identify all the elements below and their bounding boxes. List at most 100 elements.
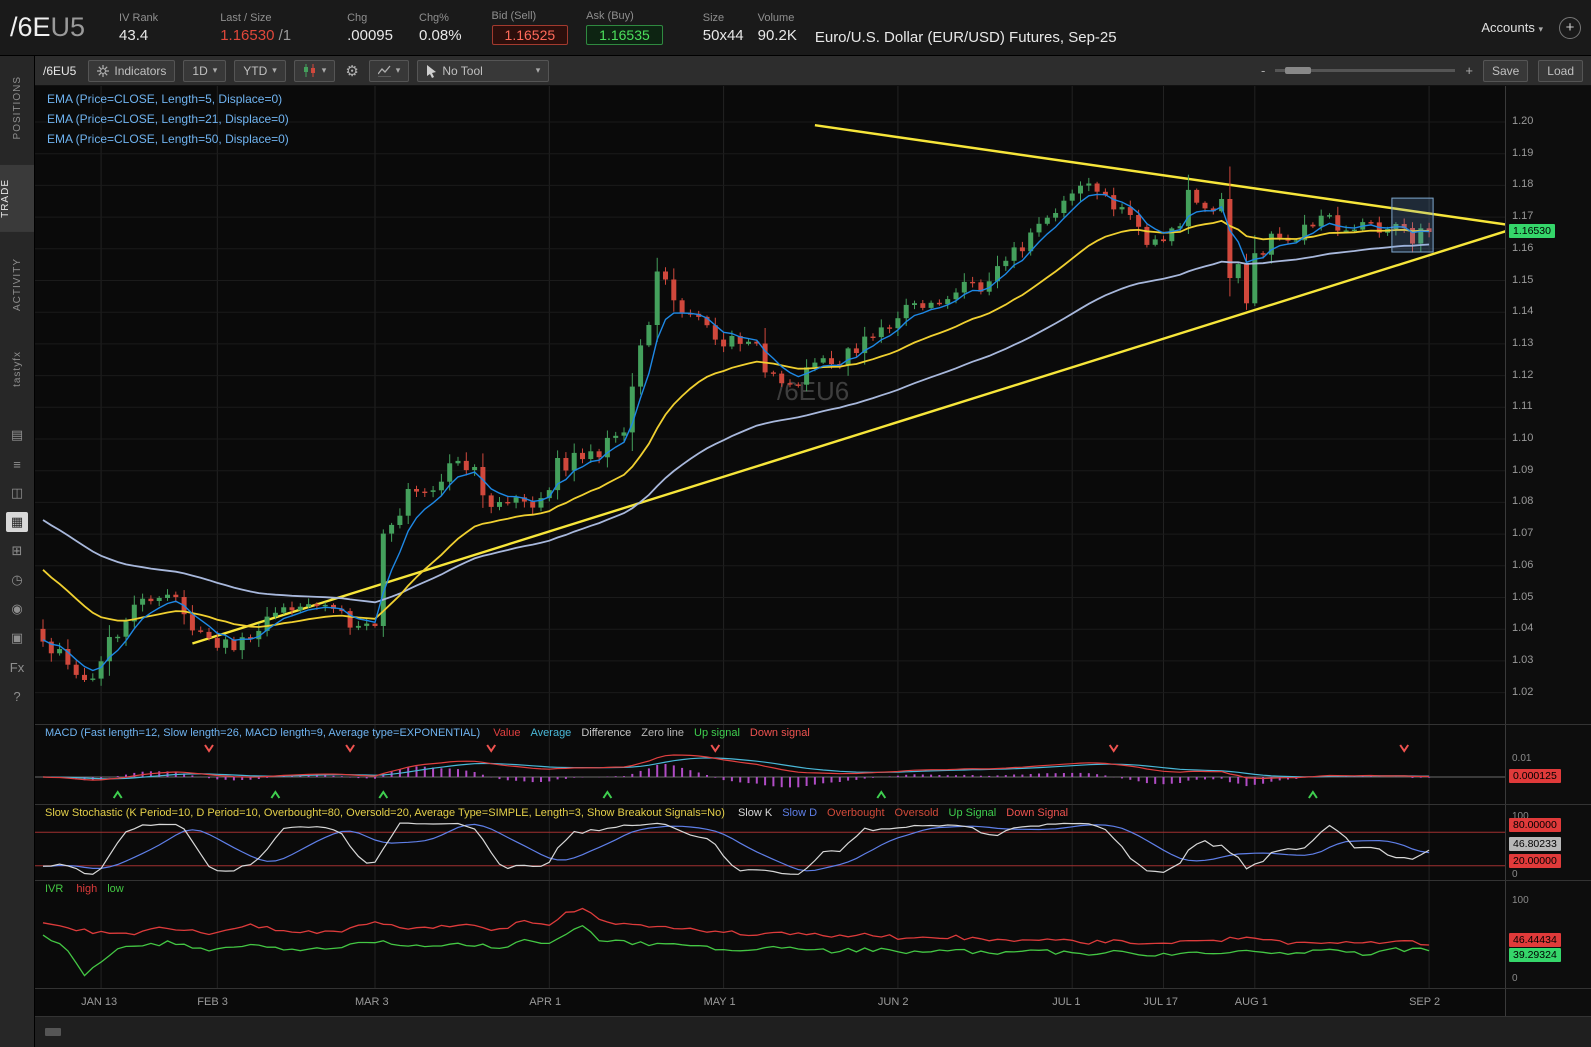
- range-dropdown[interactable]: YTD ▾: [234, 59, 286, 82]
- sidebar-tab-trade[interactable]: TRADE: [0, 165, 34, 233]
- sidebar-tab-activity[interactable]: ACTIVITY: [12, 244, 23, 325]
- save-button[interactable]: Save: [1482, 59, 1529, 82]
- gear-icon[interactable]: ⚙: [343, 62, 360, 80]
- chart-icon[interactable]: ▦: [6, 512, 28, 533]
- price-tick: 1.11: [1512, 400, 1533, 413]
- price-tick: 1.17: [1512, 210, 1534, 223]
- help-icon[interactable]: ?: [6, 686, 28, 706]
- social-icon[interactable]: ◉: [6, 599, 28, 619]
- last-size-label: Last / Size: [220, 11, 272, 24]
- legend-low: low: [107, 883, 124, 895]
- svg-text:/6EU6: /6EU6: [777, 376, 849, 406]
- sidebar-tab-positions[interactable]: POSITIONS: [12, 62, 23, 153]
- zoom-slider[interactable]: [1275, 67, 1456, 74]
- scrollbar-handle[interactable]: [45, 1028, 61, 1036]
- add-icon[interactable]: +: [1559, 16, 1581, 39]
- watchlist-icon[interactable]: ≡: [6, 454, 28, 474]
- price-chart-canvas[interactable]: /6EU6: [35, 86, 1505, 724]
- fx-icon[interactable]: Fx: [6, 657, 28, 677]
- legend-high: high: [76, 883, 98, 895]
- stochastic-panel: Slow Stochastic (K Period=10, D Period=1…: [35, 804, 1591, 881]
- chg-pct-label: Chg%: [419, 11, 449, 24]
- sidebar-tab-tastyfx[interactable]: tastyfx: [12, 337, 23, 401]
- price-tick: 1.12: [1512, 368, 1534, 381]
- last-price-badge: 1.16530: [1509, 223, 1555, 238]
- price-tick: 1.03: [1512, 653, 1534, 666]
- pattern-icon: [377, 65, 391, 77]
- zoom-slider-handle[interactable]: [1285, 67, 1312, 74]
- chg-value: .00095: [347, 26, 393, 44]
- ivr-title[interactable]: IVR: [45, 883, 63, 895]
- volume-label: Volume: [757, 11, 795, 24]
- history-icon[interactable]: ◷: [6, 570, 28, 590]
- time-axis: JAN 13 FEB 3 MAR 3 APR 1 MAY 1 JUN 2 JUL 1 JUL …: [35, 988, 1591, 1016]
- size-label: Size: [702, 11, 725, 24]
- macd-legend: Value Average Difference Zero line Up signal…: [483, 727, 810, 739]
- drawing-tool-dropdown[interactable]: No Tool ▾: [417, 59, 550, 82]
- price-tick: 1.09: [1512, 463, 1534, 476]
- time-axis-label: SEP 2: [1409, 996, 1441, 1008]
- last-size-field: Last / Size 1.16530 /1: [220, 12, 291, 44]
- volume-value: 90.2K: [757, 26, 797, 44]
- ivr-legend: high low: [66, 883, 123, 895]
- stoch-title[interactable]: Slow Stochastic (K Period=10, D Period=1…: [45, 807, 725, 819]
- news-icon[interactable]: ▤: [6, 425, 28, 445]
- indicators-icon: [97, 64, 110, 77]
- calendar-icon[interactable]: ▣: [6, 628, 28, 648]
- ivr-canvas[interactable]: [35, 881, 1505, 989]
- toolbar-symbol: /6EU5: [43, 63, 77, 78]
- macd-value-badge: 0.000125: [1509, 769, 1561, 783]
- study-label[interactable]: EMA (Price=CLOSE, Length=21, Displace=0): [47, 112, 289, 126]
- stoch-current-badge: 46.80233: [1509, 837, 1561, 851]
- symbol-suffix: U5: [50, 12, 86, 42]
- macd-title[interactable]: MACD (Fast length=12, Slow length=26, MA…: [45, 727, 480, 739]
- iv-rank-value: 43.4: [119, 26, 149, 44]
- left-sidebar: POSITIONS TRADE ACTIVITY tastyfx ▤ ≡ ◫ ▦ ⊞ ◷ ◉ ▣ Fx…: [0, 56, 35, 1047]
- iv-rank-label: IV Rank: [119, 11, 159, 24]
- chg-label: Chg: [347, 11, 368, 24]
- ask-button[interactable]: 1.16535: [586, 25, 663, 45]
- timeframe-dropdown[interactable]: 1D ▾: [183, 59, 227, 82]
- ivr-axis: 100 46.44434 39.29324 0: [1505, 881, 1591, 988]
- bid-button[interactable]: 1.16525: [491, 25, 569, 45]
- price-tick: 1.05: [1512, 590, 1534, 603]
- ivr-axis-bottom: 0: [1512, 973, 1518, 984]
- legend-overbought: Overbought: [827, 807, 885, 819]
- ivr-low-badge: 39.29324: [1509, 948, 1561, 962]
- legend-slow-k: Slow K: [737, 807, 773, 819]
- price-tick: 1.16: [1512, 241, 1534, 254]
- chevron-down-icon: ▾: [1538, 24, 1543, 34]
- sidebar-tabs: POSITIONS TRADE ACTIVITY tastyfx: [0, 56, 34, 407]
- legend-slow-d: Slow D: [782, 807, 818, 819]
- ivr-panel: IVR high low 100 46.44434 39.29324 0: [35, 880, 1591, 989]
- analyze-icon[interactable]: ◫: [6, 483, 28, 503]
- study-label[interactable]: EMA (Price=CLOSE, Length=50, Displace=0): [47, 132, 289, 146]
- candlestick-chart-icon: [303, 64, 317, 77]
- chg-field: Chg .00095: [347, 12, 393, 44]
- symbol-title: /6EU5: [10, 12, 86, 42]
- cursor-icon: [426, 64, 437, 78]
- time-axis-label: APR 1: [529, 996, 562, 1008]
- legend-difference: Difference: [581, 727, 632, 739]
- stoch-axis: 100 80.00000 46.80233 20.00000 0: [1505, 805, 1591, 880]
- zoom-in-button[interactable]: +: [1465, 63, 1473, 78]
- compare-dropdown[interactable]: ▾: [368, 59, 410, 82]
- zoom-out-button[interactable]: -: [1261, 63, 1265, 78]
- price-axis: 1.16530 1.02 1.03 1.04 1.05 1.06 1.07 1.08 1.09…: [1505, 86, 1591, 724]
- time-axis-label: JUL 17: [1143, 996, 1178, 1008]
- iv-rank-field: IV Rank 43.4: [119, 12, 158, 44]
- load-button[interactable]: Load: [1538, 59, 1583, 82]
- price-tick: 1.13: [1512, 336, 1534, 349]
- legend-up-signal: Up Signal: [948, 807, 997, 819]
- time-axis-label: FEB 3: [197, 996, 228, 1008]
- grid-icon[interactable]: ⊞: [6, 541, 28, 561]
- legend-zero-line: Zero line: [641, 727, 685, 739]
- study-label[interactable]: EMA (Price=CLOSE, Length=5, Displace=0): [47, 92, 289, 106]
- indicators-button[interactable]: Indicators: [88, 59, 176, 82]
- size-field: Size 50x44: [703, 12, 744, 44]
- time-axis-label: JAN 13: [81, 996, 118, 1008]
- macd-axis-label: 0.01: [1512, 753, 1532, 764]
- chart-type-dropdown[interactable]: ▾: [293, 59, 336, 82]
- accounts-dropdown[interactable]: Accounts ▾: [1481, 20, 1543, 35]
- chevron-down-icon: ▾: [212, 65, 218, 75]
